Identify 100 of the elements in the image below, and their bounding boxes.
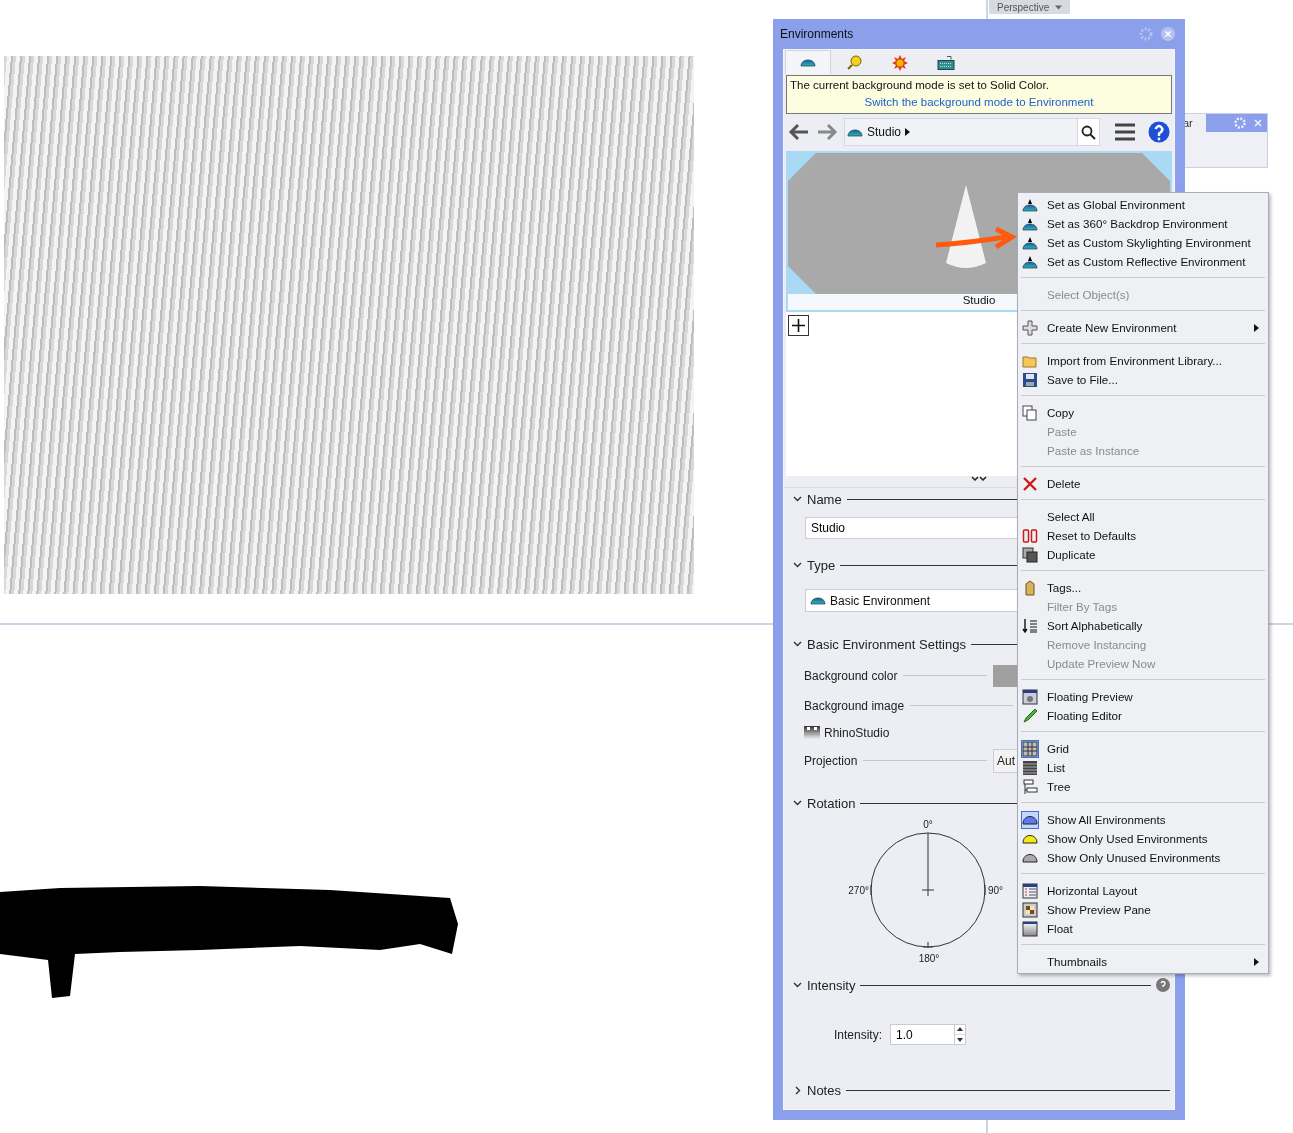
section-title[interactable]: Notes <box>807 1082 841 1098</box>
tree-icon <box>1022 778 1038 795</box>
breadcrumb-bar[interactable]: Studio <box>844 118 1100 146</box>
window-icon <box>1022 920 1038 937</box>
section-title[interactable]: Type <box>807 557 836 573</box>
caret-icon <box>1055 4 1063 10</box>
back-button[interactable] <box>788 123 810 141</box>
chevron-icon[interactable] <box>793 1085 802 1095</box>
dome-icon <box>1022 235 1038 250</box>
angle-label: 180° <box>918 953 940 964</box>
color-swatch[interactable] <box>993 664 1019 687</box>
copy-icon <box>1022 404 1038 421</box>
plus-icon <box>1022 319 1038 336</box>
section-title[interactable]: Rotation <box>807 795 856 811</box>
delete-icon <box>1022 475 1038 492</box>
menu-item[interactable]: Floating Editor <box>1018 706 1268 725</box>
search-button[interactable] <box>1077 119 1099 145</box>
menu-item[interactable]: Show Only Used Environments <box>1018 829 1268 848</box>
list-icon <box>1022 759 1038 776</box>
breadcrumb-item[interactable]: Studio <box>845 125 911 139</box>
double-chevron-icon[interactable] <box>971 476 987 481</box>
projection-dropdown[interactable]: Aut <box>993 748 1019 773</box>
layout-icon <box>1022 882 1038 899</box>
menu-item[interactable]: Tree <box>1018 777 1268 796</box>
reset-icon <box>1022 527 1038 544</box>
tag-icon <box>1022 579 1038 596</box>
row-label: Projection <box>804 753 858 768</box>
dome-icon <box>1022 833 1038 844</box>
intensity-field[interactable]: 1.0 <box>890 1024 955 1045</box>
environment-icon <box>800 58 816 67</box>
menu-item[interactable]: Save to File... <box>1018 370 1268 389</box>
add-button[interactable] <box>788 315 809 336</box>
menu-item[interactable]: Horizontal Layout <box>1018 881 1268 900</box>
caret-icon <box>905 128 911 136</box>
help-button[interactable] <box>1148 121 1170 143</box>
section-title[interactable]: Name <box>807 491 842 507</box>
grid-icon <box>1022 740 1038 757</box>
forward-button[interactable] <box>816 123 838 141</box>
pane-icon <box>1022 901 1038 918</box>
sort-icon <box>1022 617 1038 634</box>
submenu-arrow-icon <box>1254 957 1259 966</box>
menu-item[interactable]: Sort Alphabetically <box>1018 616 1268 635</box>
menu-item[interactable]: Show All Environments <box>1018 810 1268 829</box>
keyboard-icon <box>937 55 955 70</box>
pencil-icon <box>1022 707 1038 724</box>
dome-icon <box>1022 216 1038 231</box>
help-icon <box>1148 121 1170 143</box>
menu-icon <box>1114 123 1136 141</box>
help-icon[interactable] <box>1156 978 1170 992</box>
menu-item[interactable]: Floating Preview <box>1018 687 1268 706</box>
spin-buttons[interactable] <box>954 1024 967 1045</box>
menu-item[interactable]: Delete <box>1018 474 1268 493</box>
plus-icon <box>792 319 805 332</box>
close-icon[interactable] <box>1161 27 1175 41</box>
dome-icon <box>1022 254 1038 269</box>
image-name[interactable]: RhinoStudio <box>804 725 890 740</box>
chevron-icon[interactable] <box>793 562 802 568</box>
chevron-icon[interactable] <box>793 641 802 647</box>
panel-title: Environments <box>780 27 855 41</box>
menu-item[interactable]: Float <box>1018 919 1268 938</box>
environment-icon <box>810 596 826 605</box>
dome-icon <box>1022 814 1038 825</box>
switch-mode-link[interactable]: Switch the background mode to Environment <box>864 94 1094 111</box>
dome-icon <box>1022 197 1038 212</box>
menu-item[interactable]: Show Preview Pane <box>1018 900 1268 919</box>
up-arrow-icon[interactable] <box>957 1027 964 1031</box>
dome-icon <box>1022 852 1038 863</box>
menu-item[interactable]: Thumbnails <box>1018 952 1268 971</box>
angle-label: 270° <box>848 885 869 896</box>
save-icon <box>1022 371 1038 388</box>
search-icon <box>1081 124 1096 140</box>
row-label: Background image <box>804 698 905 713</box>
environment-icon <box>847 127 863 137</box>
back-arrow-icon <box>788 123 810 141</box>
menu-item[interactable]: Import from Environment Library... <box>1018 351 1268 370</box>
menu-item[interactable]: Duplicate <box>1018 545 1268 564</box>
image-thumbnail-icon <box>804 726 820 739</box>
menu-button[interactable] <box>1114 123 1136 141</box>
menu-item[interactable]: Create New Environment <box>1018 318 1268 337</box>
chevron-icon[interactable] <box>793 496 802 502</box>
menu-item[interactable]: Show Only Unused Environments <box>1018 848 1268 867</box>
submenu-arrow-icon <box>1254 323 1259 332</box>
chevron-icon[interactable] <box>793 982 802 988</box>
tab[interactable] <box>785 50 831 74</box>
window-icon <box>1022 688 1038 705</box>
section-title[interactable]: Basic Environment Settings <box>807 636 966 652</box>
sun-icon <box>892 54 908 71</box>
intensity-label: Intensity: <box>834 1027 883 1042</box>
menu-item[interactable]: List <box>1018 758 1268 777</box>
section-title[interactable]: Intensity <box>807 977 856 993</box>
duplicate-icon <box>1022 546 1038 563</box>
angle-label: 0° <box>923 819 933 830</box>
row-label: Background color <box>804 668 898 683</box>
down-arrow-icon[interactable] <box>957 1038 964 1042</box>
menu-item[interactable]: Grid <box>1018 739 1268 758</box>
chevron-icon[interactable] <box>793 800 802 806</box>
notice-text: The current background mode is set to Solid Color. <box>790 78 1050 93</box>
angle-label: 90° <box>988 885 1004 896</box>
viewport-tab[interactable]: Perspective <box>989 0 1071 14</box>
menu-item[interactable]: Copy <box>1018 403 1268 422</box>
